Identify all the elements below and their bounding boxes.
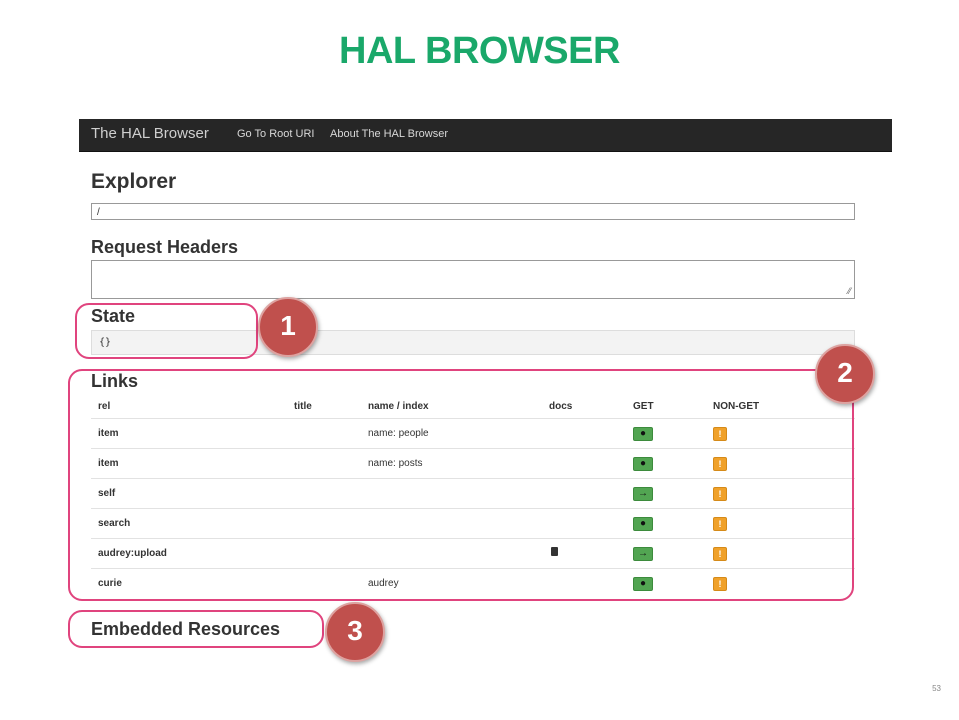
request-headers-textarea[interactable]: ⁄⁄ bbox=[91, 260, 855, 299]
page-number: 53 bbox=[932, 684, 941, 693]
go-to-root-uri-link[interactable]: Go To Root URI bbox=[237, 128, 314, 140]
about-hal-browser-link[interactable]: About The HAL Browser bbox=[330, 128, 448, 140]
explorer-url-input[interactable]: / bbox=[91, 203, 855, 220]
callout-badge-1: 1 bbox=[258, 297, 318, 357]
navbar-brand[interactable]: The HAL Browser bbox=[91, 125, 209, 142]
callout-outline-state bbox=[75, 303, 258, 359]
explorer-heading: Explorer bbox=[91, 170, 177, 193]
request-headers-heading: Request Headers bbox=[91, 237, 239, 257]
resize-handle-icon[interactable]: ⁄⁄ bbox=[848, 286, 851, 296]
callout-outline-embedded bbox=[68, 610, 324, 648]
slide-title: HAL BROWSER bbox=[339, 30, 620, 72]
callout-outline-links bbox=[68, 369, 854, 601]
navbar: The HAL Browser Go To Root URI About The… bbox=[79, 119, 892, 152]
callout-badge-2: 2 bbox=[815, 344, 875, 404]
callout-badge-3: 3 bbox=[325, 602, 385, 662]
